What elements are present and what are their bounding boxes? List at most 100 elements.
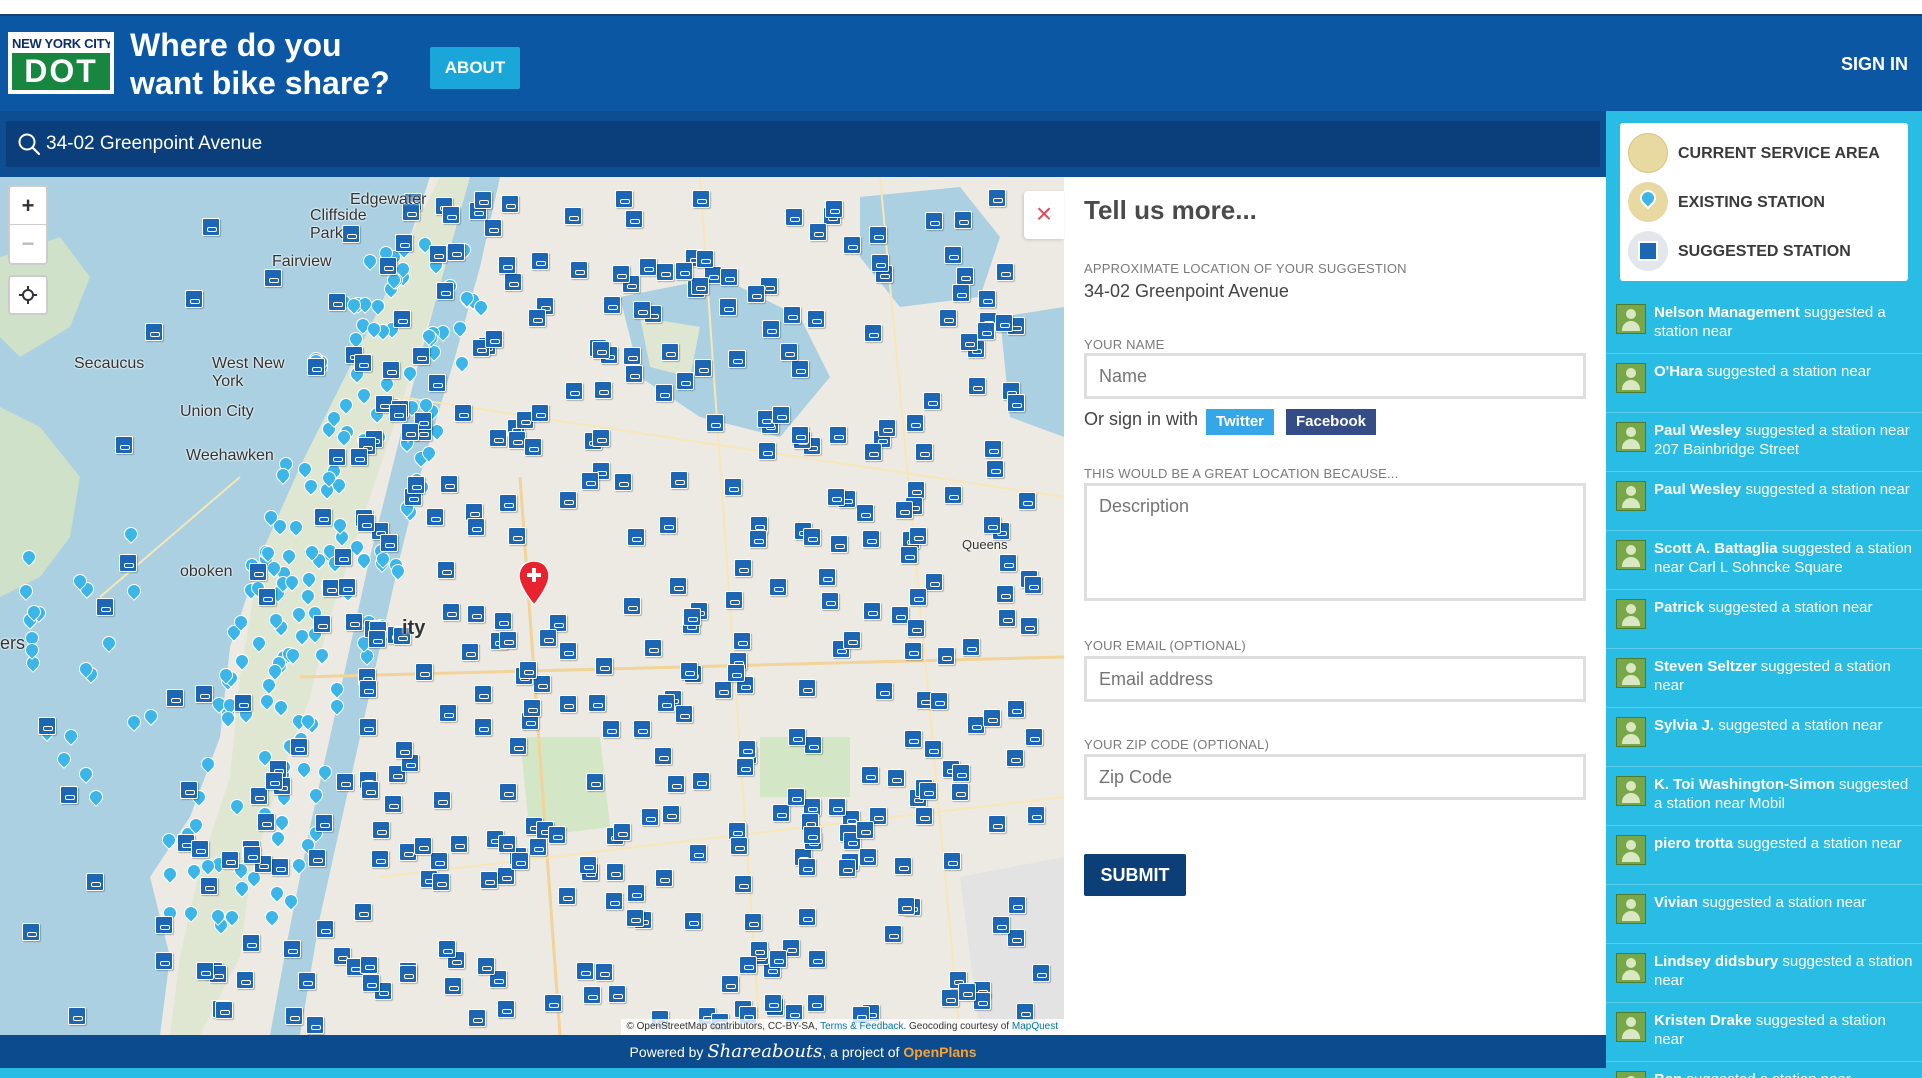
suggested-station-marker[interactable] [734, 875, 752, 893]
suggested-station-marker[interactable] [234, 694, 252, 712]
suggested-station-marker[interactable] [627, 884, 645, 902]
activity-user-name[interactable]: Sylvia J. [1654, 717, 1714, 734]
existing-station-marker[interactable] [327, 679, 347, 699]
suggested-station-marker[interactable] [354, 903, 372, 921]
openplans-link[interactable]: OpenPlans [903, 1044, 976, 1060]
suggested-station-marker[interactable] [290, 738, 308, 756]
suggested-station-marker[interactable] [625, 210, 643, 228]
suggested-station-marker[interactable] [414, 837, 432, 855]
existing-station-marker[interactable] [86, 787, 106, 807]
suggested-station-marker[interactable] [202, 218, 220, 236]
suggested-station-marker[interactable] [818, 568, 836, 586]
suggested-station-marker[interactable] [613, 823, 631, 841]
suggested-station-marker[interactable] [461, 643, 479, 661]
suggested-station-marker[interactable] [904, 730, 922, 748]
suggested-station-marker[interactable] [474, 718, 492, 736]
suggested-station-marker[interactable] [450, 835, 468, 853]
suggested-station-marker[interactable] [345, 613, 363, 631]
suggested-station-marker[interactable] [906, 414, 924, 432]
suggested-station-marker[interactable] [489, 429, 507, 447]
suggested-station-marker[interactable] [60, 786, 78, 804]
activity-user-name[interactable]: Ben [1654, 1071, 1682, 1078]
existing-station-marker[interactable] [294, 759, 314, 779]
zoom-out-button[interactable]: − [10, 225, 46, 263]
suggested-station-marker[interactable] [1008, 896, 1026, 914]
suggested-station-marker[interactable] [371, 850, 389, 868]
suggested-station-marker[interactable] [308, 849, 326, 867]
suggested-station-marker[interactable] [86, 873, 104, 891]
close-panel-button[interactable]: × [1024, 191, 1064, 239]
suggested-station-marker[interactable] [894, 857, 912, 875]
suggested-station-marker[interactable] [306, 1016, 324, 1034]
suggested-station-marker[interactable] [788, 728, 806, 746]
suggested-station-marker[interactable] [1007, 394, 1025, 412]
suggested-station-marker[interactable] [576, 962, 594, 980]
suggested-station-marker[interactable] [721, 975, 739, 993]
activity-item[interactable]: piero trotta suggested a station near [1606, 826, 1922, 885]
suggested-station-marker[interactable] [68, 1007, 86, 1025]
activity-item[interactable]: Lindsey didsbury suggested a station nea… [1606, 944, 1922, 1003]
suggested-station-marker[interactable] [559, 642, 577, 660]
suggested-station-marker[interactable] [603, 296, 621, 314]
suggested-station-marker[interactable] [389, 404, 407, 422]
suggested-station-marker[interactable] [734, 559, 752, 577]
suggested-station-marker[interactable] [96, 598, 114, 616]
suggested-station-marker[interactable] [200, 877, 218, 895]
suggested-station-marker[interactable] [1018, 492, 1036, 510]
suggested-station-marker[interactable] [359, 718, 377, 736]
activity-user-name[interactable]: Kristen Drake [1654, 1012, 1752, 1029]
suggested-station-marker[interactable] [623, 597, 641, 615]
activity-item[interactable]: Ben suggested a station near [1606, 1062, 1922, 1078]
suggested-station-marker[interactable] [428, 374, 446, 392]
activity-item[interactable]: Patrick suggested a station near [1606, 590, 1922, 649]
zip-code-field[interactable] [1084, 754, 1586, 800]
existing-station-marker[interactable] [141, 706, 161, 726]
suggested-station-marker[interactable] [195, 685, 213, 703]
suggested-station-marker[interactable] [655, 869, 673, 887]
suggested-station-marker[interactable] [436, 282, 454, 300]
suggested-station-marker[interactable] [484, 219, 502, 237]
suggested-station-marker[interactable] [909, 527, 927, 545]
suggested-station-marker[interactable] [696, 250, 714, 268]
suggested-station-marker[interactable] [864, 324, 882, 342]
existing-station-marker[interactable] [160, 864, 180, 884]
suggested-station-marker[interactable] [440, 475, 458, 493]
search-input[interactable] [46, 129, 846, 159]
activity-user-name[interactable]: Lindsey didsbury [1654, 953, 1778, 970]
suggested-station-marker[interactable] [185, 290, 203, 308]
attribution-terms-link[interactable]: Terms & Feedback [820, 1021, 903, 1032]
suggested-station-marker[interactable] [384, 795, 402, 813]
suggested-station-marker[interactable] [494, 612, 512, 630]
suggested-station-marker[interactable] [809, 223, 827, 241]
existing-station-marker[interactable] [298, 586, 318, 606]
suggested-station-marker[interactable] [313, 615, 331, 633]
description-field[interactable] [1084, 483, 1586, 601]
suggested-station-marker[interactable] [38, 717, 56, 735]
suggested-station-marker[interactable] [925, 573, 943, 591]
suggested-station-marker[interactable] [843, 631, 861, 649]
suggested-station-marker[interactable] [1027, 806, 1045, 824]
locate-button[interactable] [8, 275, 48, 315]
suggested-station-marker[interactable] [508, 527, 526, 545]
existing-station-marker[interactable] [232, 651, 252, 671]
suggested-station-marker[interactable] [995, 314, 1013, 332]
suggested-station-marker[interactable] [733, 632, 751, 650]
suggested-station-marker[interactable] [958, 983, 976, 1001]
suggested-station-marker[interactable] [442, 603, 460, 621]
suggested-station-marker[interactable] [988, 815, 1006, 833]
suggested-station-marker[interactable] [762, 320, 780, 338]
suggested-station-marker[interactable] [904, 642, 922, 660]
existing-station-marker[interactable] [315, 762, 335, 782]
suggested-station-marker[interactable] [992, 916, 1010, 934]
suggested-station-marker[interactable] [962, 638, 980, 656]
suggested-station-marker[interactable] [283, 940, 301, 958]
suggested-station-marker[interactable] [684, 912, 702, 930]
suggested-station-marker[interactable] [864, 443, 882, 461]
suggested-station-marker[interactable] [608, 985, 626, 1003]
suggested-station-marker[interactable] [838, 859, 856, 877]
suggested-station-marker[interactable] [1007, 700, 1025, 718]
suggested-station-marker[interactable] [430, 852, 448, 870]
suggested-station-marker[interactable] [433, 791, 451, 809]
activity-item[interactable]: Paul Wesley suggested a station near [1606, 472, 1922, 531]
suggested-station-marker[interactable] [519, 661, 537, 679]
